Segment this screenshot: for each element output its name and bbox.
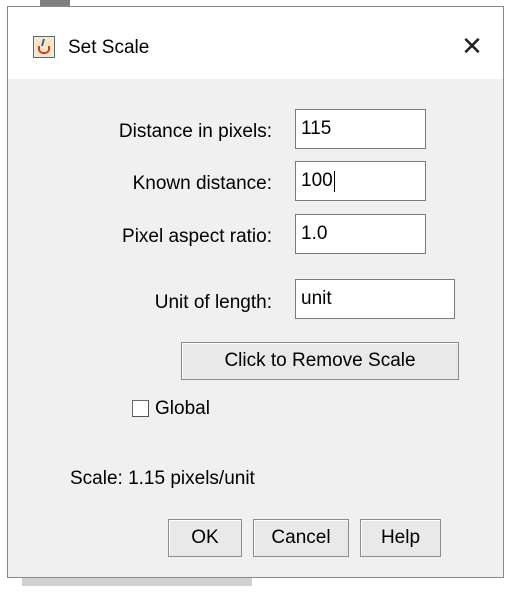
pixel-aspect-ratio-field[interactable]	[295, 214, 426, 254]
background-window-text-fragment	[22, 578, 252, 586]
cancel-button[interactable]: Cancel	[253, 519, 349, 557]
help-button[interactable]: Help	[360, 519, 441, 557]
scale-info-text: Scale: 1.15 pixels/unit	[70, 468, 255, 489]
distance-in-pixels-field[interactable]	[295, 109, 426, 149]
set-scale-dialog: Set Scale ✕ Distance in pixels: Known di…	[7, 6, 504, 578]
distance-in-pixels-label: Distance in pixels:	[118, 121, 272, 142]
remove-scale-button[interactable]: Click to Remove Scale	[181, 342, 459, 380]
pixel-aspect-ratio-label: Pixel aspect ratio:	[122, 226, 272, 247]
dialog-title: Set Scale	[68, 37, 150, 58]
known-distance-wrapper	[295, 161, 426, 201]
global-checkbox[interactable]	[132, 400, 149, 417]
title-bar[interactable]: Set Scale ✕	[8, 7, 503, 79]
ok-button[interactable]: OK	[168, 519, 242, 557]
java-cup-icon-part	[38, 46, 50, 54]
unit-of-length-label: Unit of length:	[154, 292, 272, 313]
unit-of-length-field[interactable]	[295, 279, 455, 319]
java-steam-icon-part	[41, 39, 50, 46]
close-icon[interactable]: ✕	[454, 29, 490, 65]
global-label: Global	[155, 398, 210, 419]
known-distance-label: Known distance:	[132, 173, 272, 194]
known-distance-field[interactable]	[295, 161, 426, 201]
text-cursor	[334, 171, 335, 192]
java-app-icon	[33, 36, 55, 58]
